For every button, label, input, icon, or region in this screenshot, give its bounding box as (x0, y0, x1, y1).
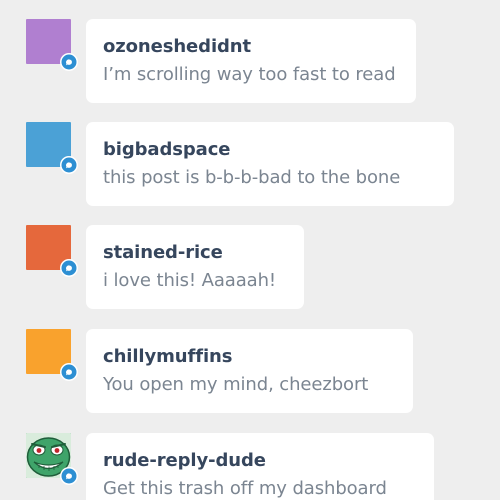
reply-message: this post is b-b-b-bad to the bone (103, 167, 401, 188)
reply-bubble: stained-rice i love this! Aaaaah! (86, 225, 304, 309)
avatar[interactable] (26, 122, 78, 174)
avatar[interactable] (26, 19, 78, 71)
reply-bubble: bigbadspace this post is b-b-b-bad to th… (86, 122, 454, 206)
reply-bubble: chillymuffins You open my mind, cheezbor… (86, 329, 413, 413)
reply-bubble-icon (60, 156, 78, 174)
reply-item: stained-rice i love this! Aaaaah! (0, 225, 500, 309)
reply-username[interactable]: bigbadspace (103, 138, 436, 162)
reply-message: i love this! Aaaaah! (103, 270, 277, 291)
reply-bubble: ozoneshedidnt I’m scrolling way too fast… (86, 19, 416, 103)
reply-item: rude-reply-dude Get this trash off my da… (0, 433, 500, 500)
reply-bubble-icon (60, 53, 78, 71)
reply-item: bigbadspace this post is b-b-b-bad to th… (0, 122, 500, 206)
reply-username[interactable]: stained-rice (103, 241, 286, 265)
avatar[interactable] (26, 433, 78, 485)
reply-username[interactable]: chillymuffins (103, 345, 395, 369)
reply-bubble-icon (60, 467, 78, 485)
reply-bubble-icon (60, 259, 78, 277)
reply-username[interactable]: rude-reply-dude (103, 449, 416, 473)
reply-message: I’m scrolling way too fast to read (103, 64, 396, 85)
reply-item: ozoneshedidnt I’m scrolling way too fast… (0, 19, 500, 103)
reply-username[interactable]: ozoneshedidnt (103, 35, 398, 59)
avatar[interactable] (26, 225, 78, 277)
reply-item: chillymuffins You open my mind, cheezbor… (0, 329, 500, 413)
reply-message: Get this trash off my dashboard (103, 478, 387, 499)
avatar[interactable] (26, 329, 78, 381)
reply-bubble-icon (60, 363, 78, 381)
reply-message: You open my mind, cheezbort (103, 374, 369, 395)
reply-bubble: rude-reply-dude Get this trash off my da… (86, 433, 434, 500)
